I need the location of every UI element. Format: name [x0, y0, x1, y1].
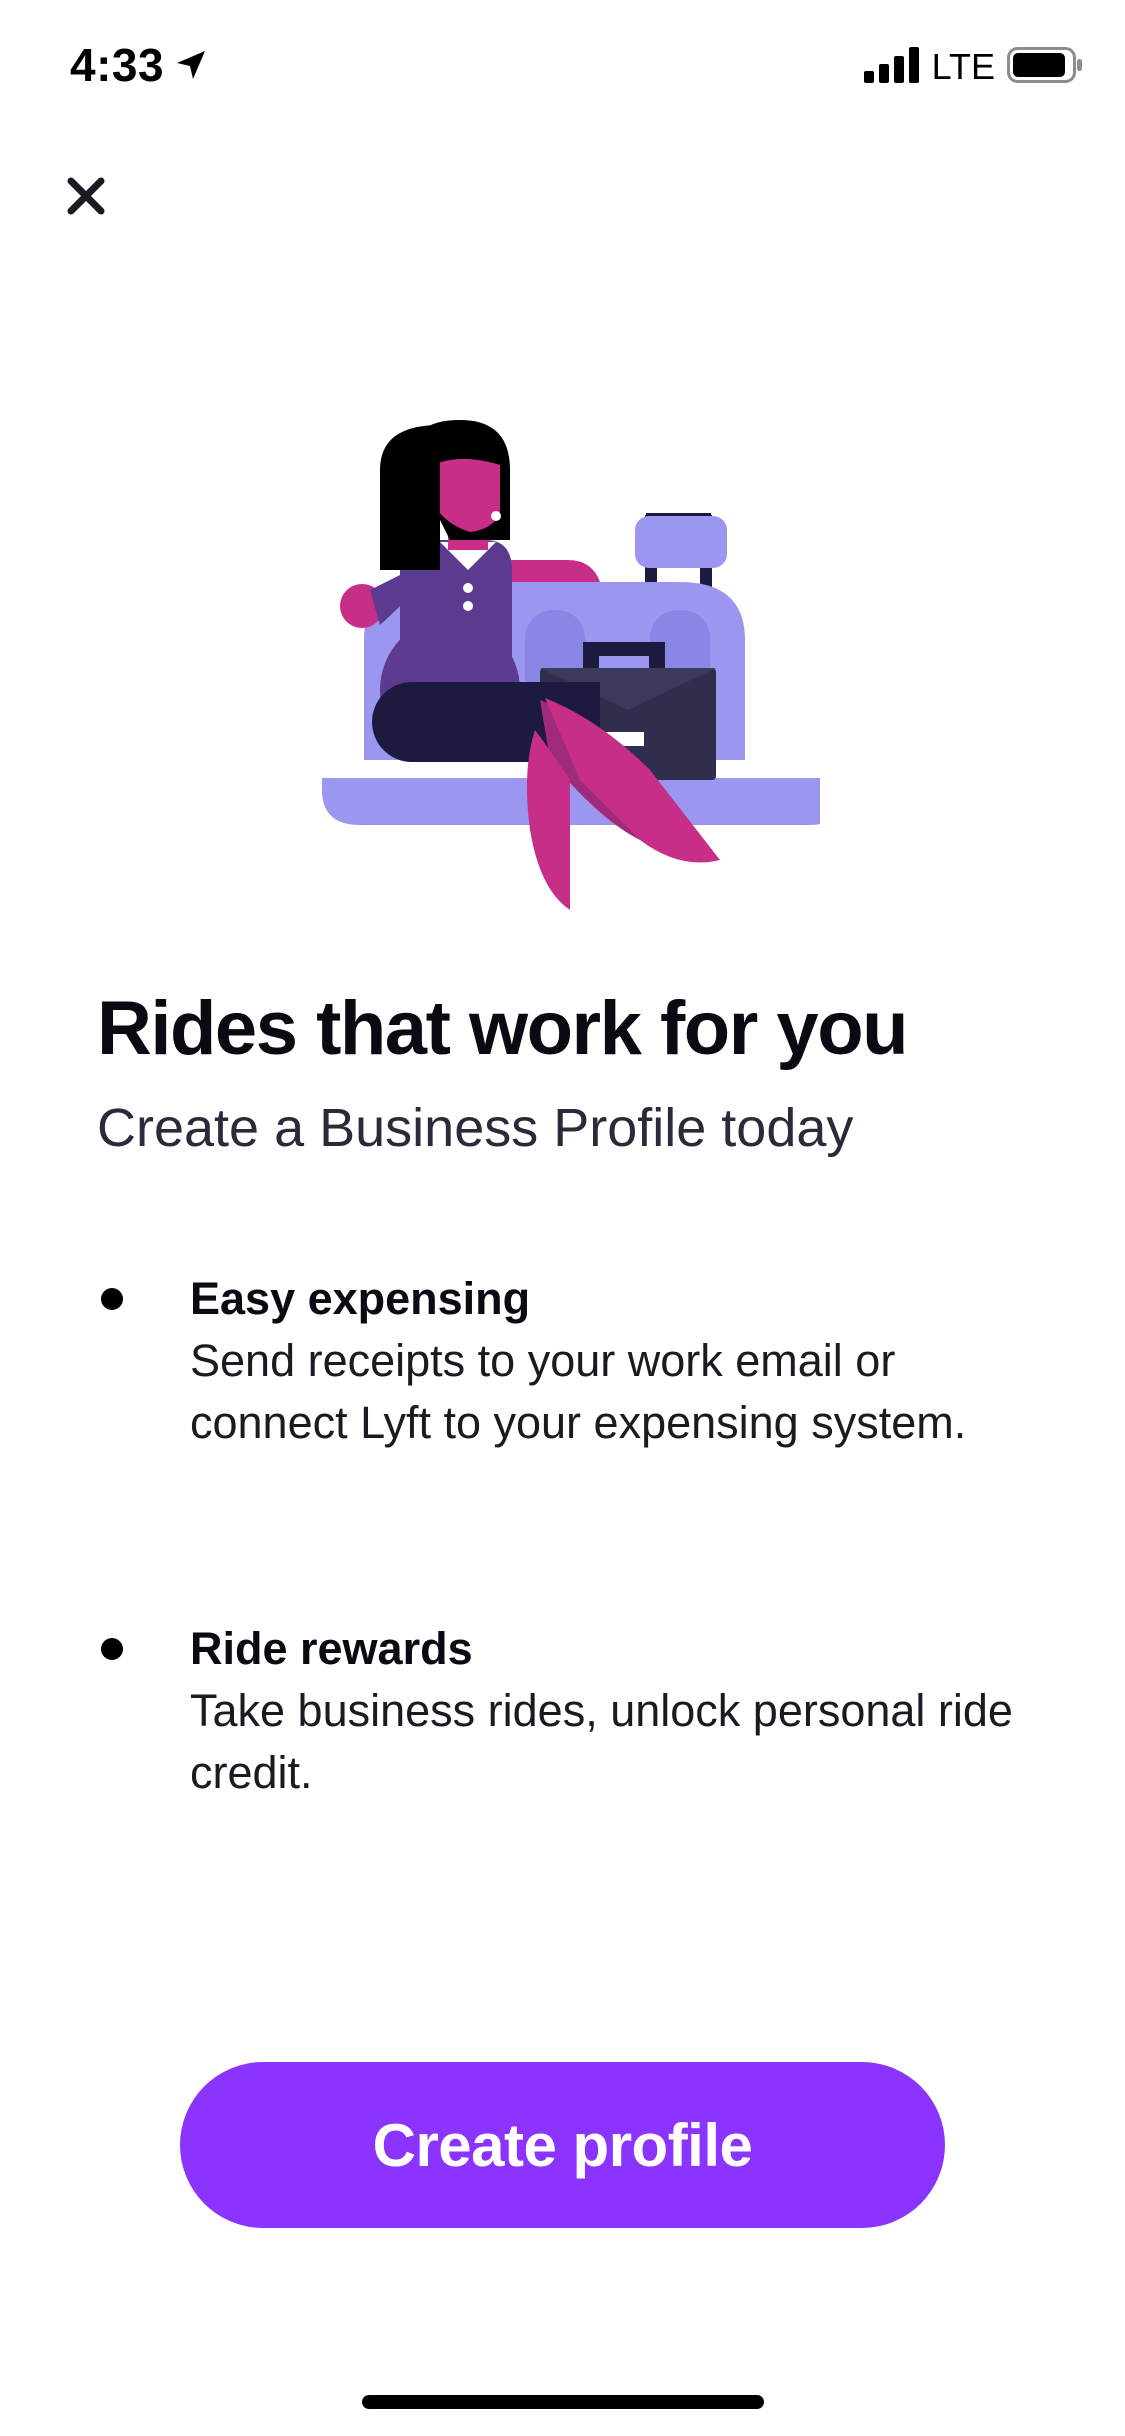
page-title: Rides that work for you: [97, 986, 909, 1071]
status-bar: 4:33 LTE: [0, 0, 1125, 135]
feature-description: Send receipts to your work email or conn…: [190, 1335, 967, 1448]
bullet-icon: [101, 1288, 123, 1310]
status-time: 4:33: [70, 39, 165, 91]
feature-title: Easy expensing: [190, 1273, 531, 1324]
network-type: LTE: [931, 46, 995, 87]
feature-text: Easy expensing Send receipts to your wor…: [190, 1268, 1050, 1454]
close-button[interactable]: [56, 168, 116, 228]
business-traveler-illustration: [300, 420, 845, 920]
page-subtitle: Create a Business Profile today: [97, 1098, 854, 1158]
feature-text: Ride rewards Take business rides, unlock…: [190, 1618, 1050, 1804]
status-time-group: 4:33: [70, 38, 208, 92]
status-indicators: LTE: [863, 46, 1083, 88]
feature-description: Take business rides, unlock personal rid…: [190, 1685, 1013, 1798]
create-profile-button[interactable]: Create profile: [180, 2062, 945, 2228]
location-arrow-icon: [174, 48, 208, 82]
feature-title: Ride rewards: [190, 1623, 473, 1674]
bullet-icon: [101, 1638, 123, 1660]
home-indicator[interactable]: [362, 2395, 764, 2409]
close-icon: [66, 176, 106, 221]
signal-bars-icon: [863, 46, 920, 88]
battery-icon: [1007, 46, 1083, 88]
